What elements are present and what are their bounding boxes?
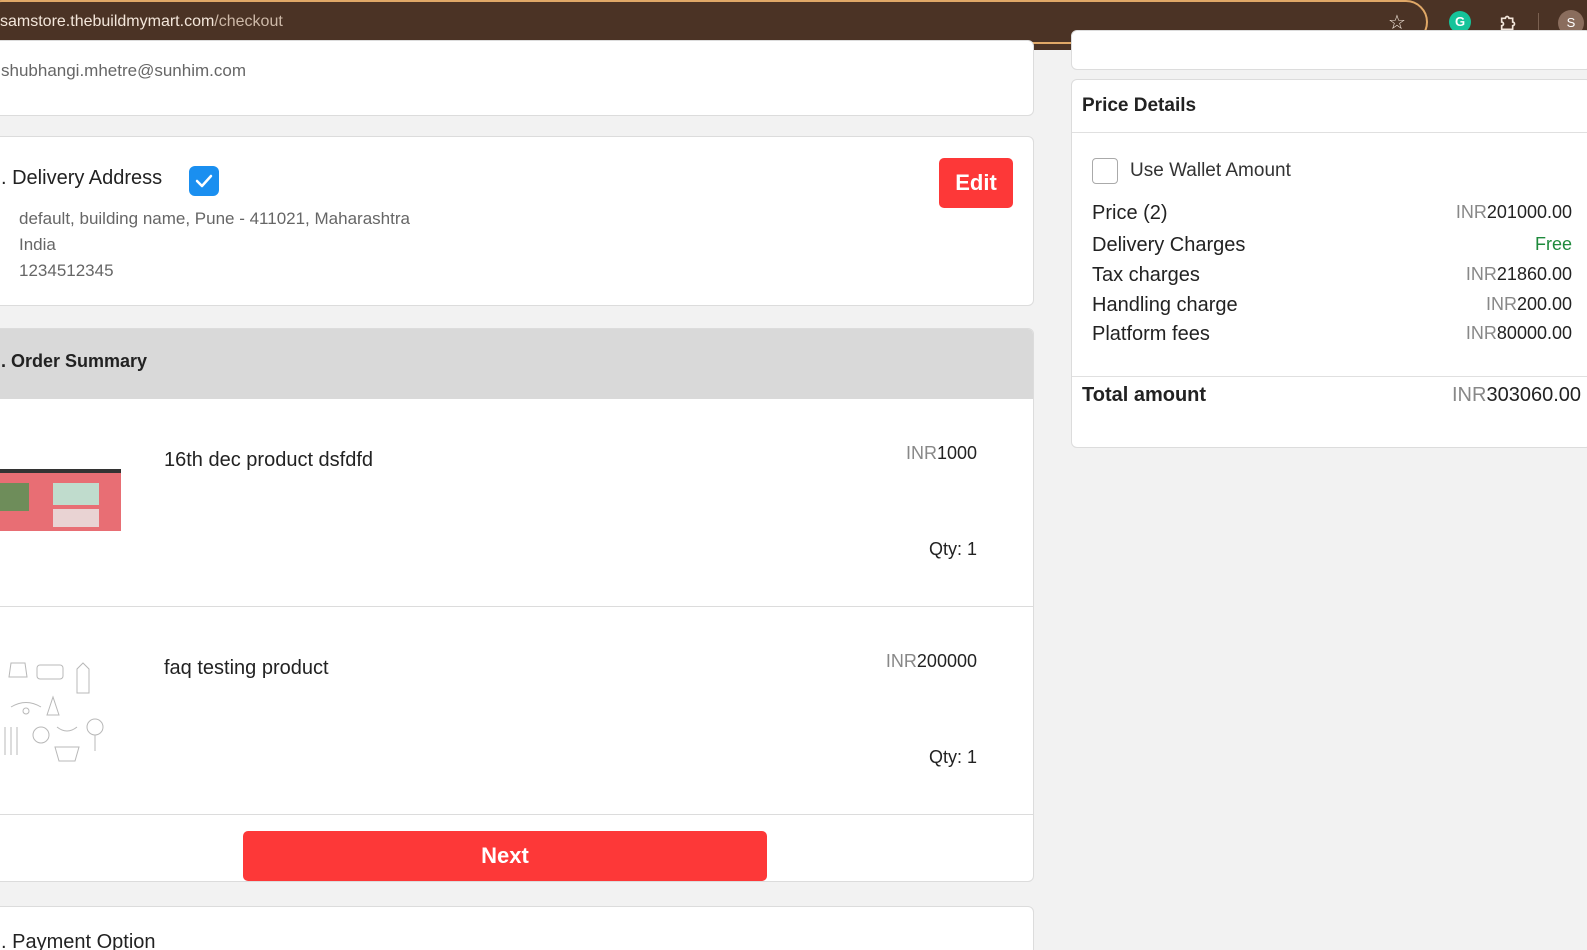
next-button[interactable]: Next bbox=[243, 831, 767, 881]
order-item: 16th dec product dsfdfd INR1000 Qty: 1 bbox=[0, 399, 1033, 607]
price-row-value: INR200.00 bbox=[1485, 294, 1572, 314]
price-row: Price (2) INR201000.00 bbox=[1092, 202, 1572, 230]
url-text: samstore.thebuildmymart.com/checkout bbox=[0, 13, 283, 30]
address-country: India bbox=[19, 235, 56, 254]
price-row-value: INR201000.00 bbox=[1455, 202, 1572, 222]
divider bbox=[1072, 132, 1587, 133]
use-wallet-checkbox[interactable] bbox=[1092, 158, 1118, 184]
login-card: shubhangi.mhetre@sunhim.com bbox=[0, 40, 1034, 116]
user-email: shubhangi.mhetre@sunhim.com bbox=[1, 61, 246, 80]
handling-charge-row: Handling charge INR200.00 bbox=[1092, 294, 1572, 322]
platform-fees-row: Platform fees INR80000.00 bbox=[1092, 323, 1572, 351]
order-summary-title: . Order Summary bbox=[1, 351, 148, 371]
delivery-address-card: . Delivery Address default, building nam… bbox=[0, 136, 1034, 306]
product-placeholder-image bbox=[4, 662, 104, 762]
item-name: faq testing product bbox=[164, 657, 329, 679]
payment-option-card: . Payment Option bbox=[0, 906, 1034, 950]
price-row-value: INR80000.00 bbox=[1465, 323, 1572, 343]
item-quantity: Qty: 1 bbox=[928, 539, 977, 559]
total-amount-label: Total amount bbox=[1082, 384, 1207, 406]
delivery-charges-row: Delivery Charges Free bbox=[1092, 234, 1572, 262]
price-row-label: Delivery Charges bbox=[1092, 234, 1246, 256]
product-image bbox=[0, 469, 121, 531]
address-line: default, building name, Pune - 411021, M… bbox=[19, 209, 410, 228]
item-price: INR1000 bbox=[905, 443, 977, 463]
price-row-label: Tax charges bbox=[1092, 264, 1200, 286]
use-wallet-label: Use Wallet Amount bbox=[1130, 160, 1291, 181]
price-row-value: Free bbox=[1534, 234, 1572, 254]
price-row-label: Handling charge bbox=[1092, 294, 1238, 316]
divider bbox=[1072, 376, 1587, 377]
order-summary-header: . Order Summary bbox=[0, 329, 1033, 399]
total-amount-value: INR303060.00 bbox=[1452, 384, 1581, 406]
previous-section-card bbox=[1071, 30, 1587, 70]
item-quantity: Qty: 1 bbox=[928, 747, 977, 767]
address-phone: 1234512345 bbox=[19, 261, 114, 280]
delivery-address-title: . Delivery Address bbox=[1, 167, 163, 189]
price-row-value: INR21860.00 bbox=[1465, 264, 1572, 284]
order-item: faq testing product INR200000 Qty: 1 bbox=[0, 607, 1033, 815]
item-name: 16th dec product dsfdfd bbox=[164, 449, 374, 471]
order-summary-card: . Order Summary 16th dec product dsfdfd … bbox=[0, 328, 1034, 882]
check-icon bbox=[189, 166, 219, 196]
price-details-title: Price Details bbox=[1082, 95, 1197, 116]
tax-charges-row: Tax charges INR21860.00 bbox=[1092, 264, 1572, 292]
price-row-label: Price (2) bbox=[1092, 202, 1168, 224]
payment-option-title: . Payment Option bbox=[1, 931, 156, 950]
item-price: INR200000 bbox=[885, 651, 977, 671]
edit-address-button[interactable]: Edit bbox=[939, 158, 1013, 208]
price-row-label: Platform fees bbox=[1092, 323, 1210, 345]
price-details-card: Price Details Use Wallet Amount Price (2… bbox=[1071, 79, 1587, 448]
